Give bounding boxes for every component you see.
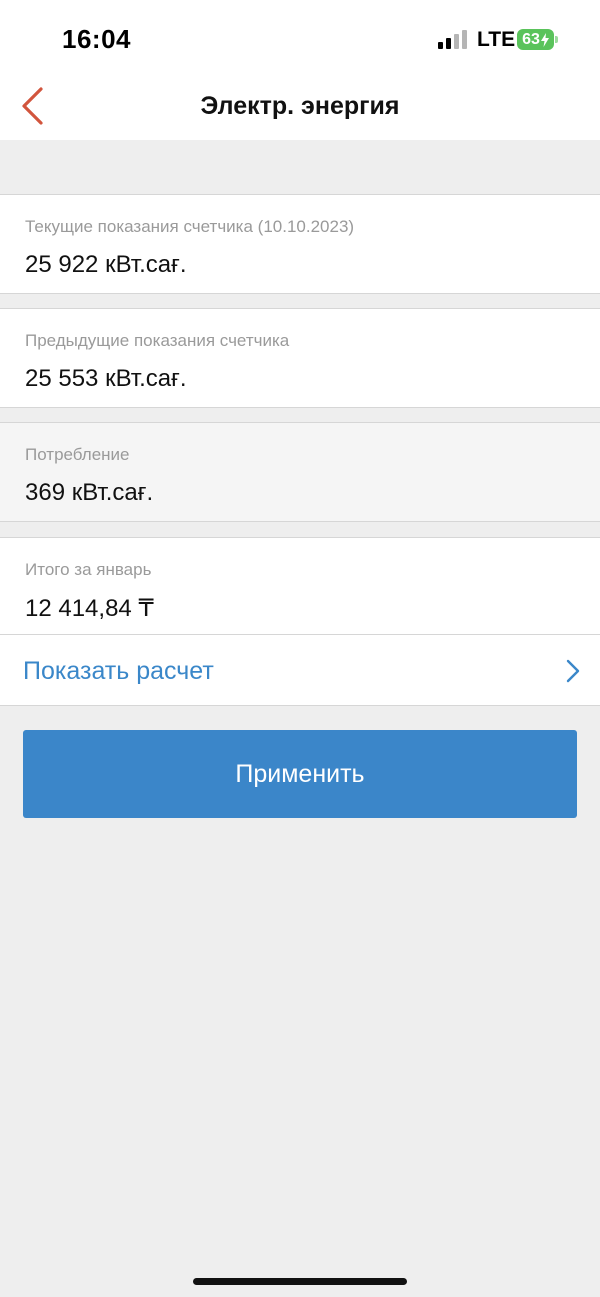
charging-bolt-icon [540,32,549,47]
battery-level: 63 [522,30,540,48]
battery-icon: 63 [517,29,554,50]
total-card: Итого за январь 12 414,84 ₸ [0,537,600,635]
current-reading-value[interactable]: 25 922 кВт.сағ. [25,251,187,279]
consumption-card: Потребление 369 кВт.сағ. [0,422,600,522]
chevron-right-icon [566,659,580,683]
show-calculation-label: Показать расчет [23,657,214,685]
consumption-value: 369 кВт.сағ. [25,479,154,506]
show-calculation-row[interactable]: Показать расчет [0,634,600,706]
home-indicator[interactable] [193,1278,407,1285]
consumption-label: Потребление [25,445,130,464]
navigation-bar: Электр. энергия [0,80,600,140]
current-reading-card: Текущие показания счетчика (10.10.2023) … [0,194,600,294]
status-bar: 16:04 LTE 63 [0,0,600,80]
current-reading-label: Текущие показания счетчика (10.10.2023) [25,217,355,236]
apply-button[interactable]: Применить [23,730,577,818]
total-value: 12 414,84 ₸ [25,595,154,622]
total-label: Итого за январь [25,560,152,579]
previous-reading-card: Предыдущие показания счетчика 25 553 кВт… [0,308,600,408]
network-type: LTE [477,28,516,51]
status-time: 16:04 [62,24,131,54]
cellular-signal-icon [438,30,470,49]
previous-reading-value[interactable]: 25 553 кВт.сағ. [25,365,187,393]
battery-tip [555,36,558,43]
page-title: Электр. энергия [200,92,400,120]
previous-reading-label: Предыдущие показания счетчика [25,331,290,350]
